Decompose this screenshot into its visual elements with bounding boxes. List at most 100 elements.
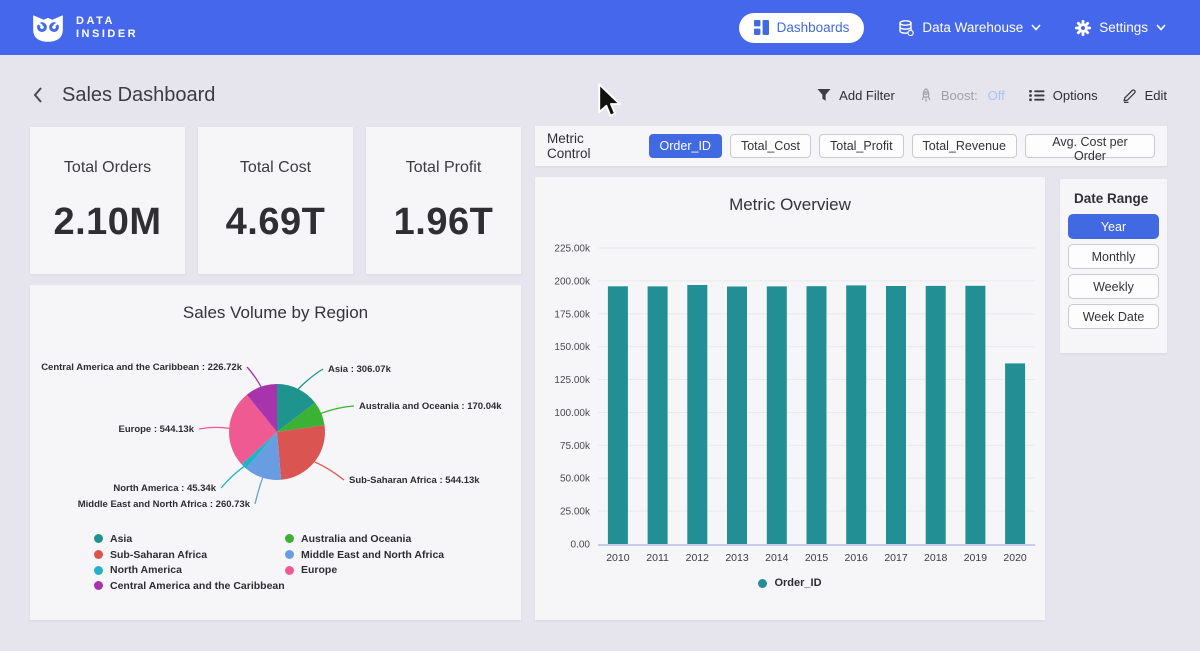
rocket-icon — [919, 88, 933, 103]
nav-settings-label: Settings — [1099, 20, 1148, 35]
nav-data-warehouse[interactable]: Data Warehouse — [898, 20, 1041, 36]
nav-settings[interactable]: Settings — [1075, 20, 1166, 36]
legend-dot — [94, 566, 103, 575]
chevron-down-icon — [1156, 24, 1166, 31]
edit-pencil-icon — [1122, 88, 1137, 103]
chevron-down-icon — [1031, 24, 1041, 31]
pie-callout-label: Europe : 544.13k — [118, 424, 194, 435]
x-axis-tick: 2019 — [964, 552, 988, 564]
bar-2017[interactable] — [886, 286, 906, 544]
legend-label: Middle East and North Africa — [301, 549, 444, 561]
bar-2016[interactable] — [846, 285, 866, 544]
date-range-label: Date Range — [1074, 191, 1159, 206]
metric-option-avg-cost-per-order[interactable]: Avg. Cost per Order — [1025, 134, 1155, 158]
bar-chart-legend[interactable]: Order_ID — [535, 577, 1045, 589]
kpi-card-total-orders: Total Orders 2.10M — [30, 127, 185, 274]
x-axis-tick: 2013 — [725, 552, 749, 564]
pie-leader-line — [321, 406, 354, 413]
pie-legend-item-central-america-and-the-caribbean[interactable]: Central America and the Caribbean — [94, 578, 285, 594]
y-axis-tick: 0.00 — [571, 540, 591, 551]
top-navigation: Dashboards Data Warehouse — [739, 13, 1166, 43]
kpi-label: Total Orders — [64, 159, 151, 177]
nav-dashboards-button[interactable]: Dashboards — [739, 13, 865, 43]
bar-2020[interactable] — [1005, 363, 1025, 544]
pie-legend-item-middle-east-and-north-africa[interactable]: Middle East and North Africa — [285, 547, 444, 563]
pie-leader-line — [247, 367, 261, 387]
bar-2019[interactable] — [965, 286, 985, 544]
x-axis-tick: 2020 — [1003, 552, 1027, 564]
pie-legend-column-2: Australia and Oceania Middle East and Nor… — [285, 531, 444, 578]
y-axis-tick: 225.00k — [554, 244, 591, 255]
back-button[interactable] — [28, 83, 48, 107]
legend-label: Europe — [301, 564, 337, 576]
dashboards-grid-icon — [754, 20, 769, 35]
x-axis-tick: 2015 — [805, 552, 829, 564]
bar-2018[interactable] — [926, 286, 946, 544]
kpi-card-total-cost: Total Cost 4.69T — [198, 127, 353, 274]
pie-legend-item-australia-and-oceania[interactable]: Australia and Oceania — [285, 531, 444, 547]
kpi-label: Total Cost — [240, 159, 311, 177]
options-button[interactable]: Options — [1029, 88, 1098, 103]
bar-svg: 0.0025.00k50.00k75.00k100.00k125.00k150.… — [535, 177, 1045, 620]
options-list-icon — [1029, 89, 1045, 102]
x-axis-tick: 2018 — [924, 552, 948, 564]
settings-gear-icon — [1075, 20, 1091, 36]
header-actions: Add Filter Boost:Off Options Edit — [817, 88, 1167, 103]
pie-callout-label: Australia and Oceania : 170.04k — [359, 401, 502, 412]
kpi-value: 4.69T — [226, 201, 326, 244]
pie-legend-item-sub-saharan-africa[interactable]: Sub-Saharan Africa — [94, 547, 285, 563]
date-range-card: Date Range Year Monthly Weekly Week Date — [1060, 179, 1167, 353]
pie-callout-label: Central America and the Caribbean : 226.… — [41, 362, 243, 373]
kpi-value: 1.96T — [394, 201, 494, 244]
legend-dot — [285, 550, 294, 559]
legend-dot — [94, 581, 103, 590]
edit-label: Edit — [1145, 88, 1167, 103]
date-range-option-week-date[interactable]: Week Date — [1068, 304, 1159, 329]
legend-dot — [285, 534, 294, 543]
add-filter-button[interactable]: Add Filter — [817, 88, 895, 103]
x-axis-tick: 2016 — [845, 552, 869, 564]
pie-legend-column-1: AsiaSub-Saharan AfricaNorth America Centr… — [94, 531, 285, 594]
legend-label: North America — [110, 564, 182, 576]
page-title: Sales Dashboard — [62, 84, 215, 107]
bar-2015[interactable] — [807, 286, 827, 544]
dashboard-header: Sales Dashboard Add Filter Boost:Off Opt… — [0, 55, 1200, 121]
options-label: Options — [1053, 88, 1098, 103]
x-axis-tick: 2014 — [765, 552, 789, 564]
metric-option-order-id[interactable]: Order_ID — [649, 134, 722, 158]
metric-option-total-cost[interactable]: Total_Cost — [730, 134, 811, 158]
metric-option-total-profit[interactable]: Total_Profit — [819, 134, 904, 158]
brand-name: DATA INSIDER — [76, 15, 138, 41]
brand[interactable]: DATA INSIDER — [30, 13, 138, 43]
pie-callout-label: Middle East and North Africa : 260.73k — [78, 499, 251, 510]
date-range-option-year[interactable]: Year — [1068, 214, 1159, 239]
pie-leader-line — [298, 369, 323, 389]
bar-2010[interactable] — [608, 286, 628, 544]
pie-callout-label: North America : 45.34k — [113, 483, 216, 494]
metric-control-label: Metric Control — [547, 131, 631, 161]
bar-2013[interactable] — [727, 287, 747, 545]
date-range-option-weekly[interactable]: Weekly — [1068, 274, 1159, 299]
metric-buttons: Order_ID Total_Cost Total_Profit Total_Reve… — [649, 134, 1155, 158]
pie-slice-sub-saharan-africa[interactable] — [277, 425, 325, 480]
pie-legend-item-europe[interactable]: Europe — [285, 562, 444, 578]
bar-2011[interactable] — [648, 286, 668, 544]
legend-dot — [285, 566, 294, 575]
pie-leader-line — [199, 427, 229, 429]
nav-data-warehouse-label: Data Warehouse — [922, 20, 1023, 35]
metric-option-total-revenue[interactable]: Total_Revenue — [912, 134, 1017, 158]
add-filter-label: Add Filter — [839, 88, 895, 103]
topbar: DATA INSIDER Dashboards Data Warehouse — [0, 0, 1200, 55]
pie-legend-item-asia[interactable]: Asia — [94, 531, 285, 547]
bar-2014[interactable] — [767, 286, 787, 544]
legend-label: Order_ID — [774, 577, 821, 589]
date-range-option-monthly[interactable]: Monthly — [1068, 244, 1159, 269]
boost-toggle[interactable]: Boost:Off — [919, 88, 1005, 103]
legend-label: Central America and the Caribbean — [110, 580, 285, 592]
pie-legend-item-north-america[interactable]: North America — [94, 562, 285, 578]
date-range-buttons: Year Monthly Weekly Week Date — [1068, 214, 1159, 329]
kpi-label: Total Profit — [406, 159, 482, 177]
edit-button[interactable]: Edit — [1122, 88, 1167, 103]
bar-2012[interactable] — [687, 285, 707, 544]
boost-label: Boost: — [941, 88, 978, 103]
